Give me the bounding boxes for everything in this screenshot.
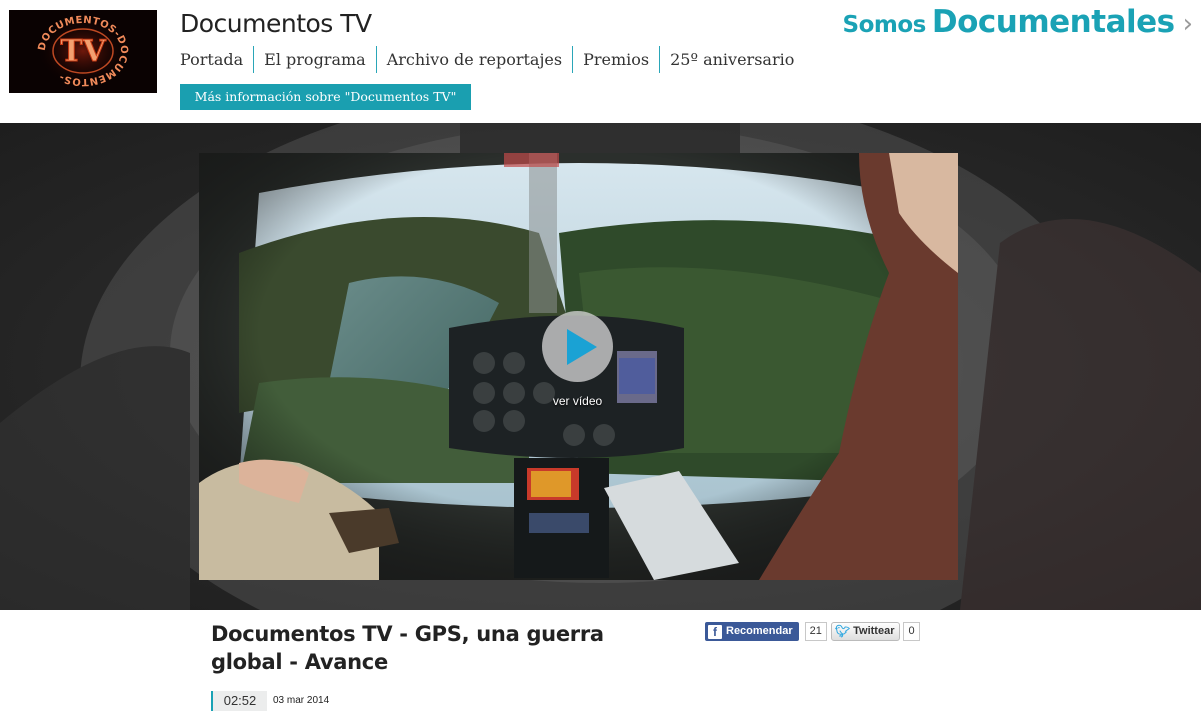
nav-item-el-programa[interactable]: El programa — [253, 46, 376, 73]
documentos-tv-logo[interactable]: DOCUMENTOS-DOCUMENTOS- TV — [9, 10, 157, 93]
video-duration: 02:52 — [211, 691, 267, 711]
nav-item-premios[interactable]: Premios — [572, 46, 659, 73]
video-date: 03 mar 2014 — [273, 695, 330, 706]
main-nav: Portada El programa Archivo de reportaje… — [180, 46, 804, 73]
play-button[interactable] — [542, 311, 613, 382]
chevron-right-icon: › — [1182, 9, 1193, 39]
facebook-recommend-button[interactable]: f Recomendar — [705, 622, 799, 641]
brand-title[interactable]: Documentos TV — [180, 9, 372, 38]
twitter-bird-icon: 🐦︎ — [834, 624, 851, 638]
nav-item-archivo-de-reportajes[interactable]: Archivo de reportajes — [375, 46, 572, 73]
social-bar: f Recomendar 21 🐦︎ Twittear 0 — [705, 622, 920, 641]
somos-label: Somos — [842, 12, 927, 38]
documentales-label: Documentales — [931, 4, 1175, 40]
video-player[interactable]: ver vídeo — [199, 153, 958, 580]
somos-documentales-link[interactable]: Somos Documentales › — [843, 4, 1193, 40]
twitter-count: 0 — [903, 622, 920, 641]
site-header: DOCUMENTOS-DOCUMENTOS- TV Documentos TV … — [0, 0, 1201, 123]
svg-text:TV: TV — [60, 34, 106, 69]
facebook-icon: f — [708, 624, 722, 639]
nav-item-portada[interactable]: Portada — [180, 46, 253, 73]
video-title: Documentos TV - GPS, una guerra global -… — [211, 622, 604, 674]
nav-item-25-aniversario[interactable]: 25º aniversario — [659, 46, 804, 73]
twitter-tweet-button[interactable]: 🐦︎ Twittear — [830, 622, 901, 641]
facebook-recommend-label: Recomendar — [726, 625, 793, 637]
play-icon — [566, 328, 597, 365]
twitter-tweet-label: Twittear — [853, 625, 895, 637]
facebook-count: 21 — [804, 622, 827, 641]
ver-video-label[interactable]: ver vídeo — [529, 394, 626, 408]
video-hero: ver vídeo — [0, 123, 1201, 610]
more-info-button[interactable]: Más información sobre "Documentos TV" — [180, 84, 471, 110]
